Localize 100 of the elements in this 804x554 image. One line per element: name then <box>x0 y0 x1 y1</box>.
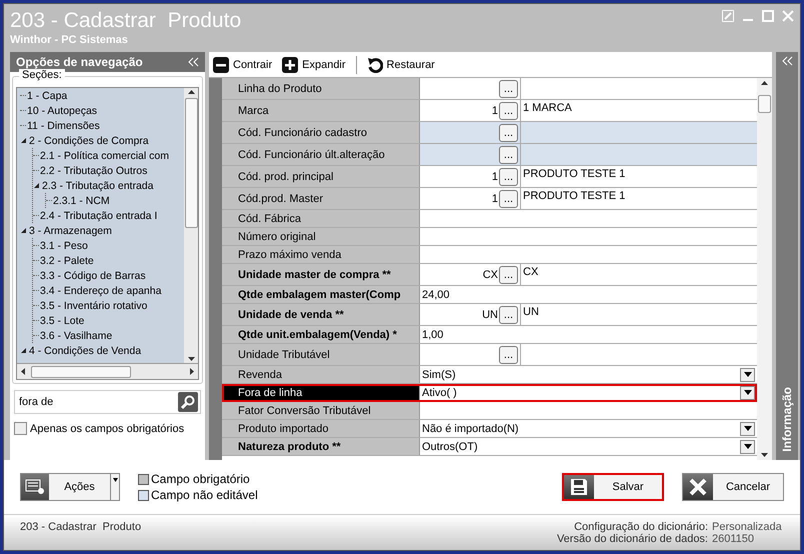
scroll-down-icon[interactable] <box>761 453 768 457</box>
lookup-button[interactable]: ... <box>499 190 518 208</box>
selected-row[interactable]: Fora de linha Ativo( ) <box>222 384 758 402</box>
scrollbar-thumb[interactable] <box>184 98 198 228</box>
scrollbar-thumb[interactable] <box>758 95 772 113</box>
tree-item[interactable]: 3.5 - Lote <box>40 314 84 326</box>
form-row[interactable]: Fator Conversão Tributável <box>222 402 758 420</box>
side-panel-tab[interactable]: Informação <box>780 387 794 452</box>
lookup-button[interactable]: ... <box>499 346 518 364</box>
scroll-up-icon[interactable] <box>188 90 194 94</box>
form-row[interactable]: Produto importado Não é importado(N) <box>222 420 758 438</box>
scroll-right-icon[interactable] <box>190 368 194 375</box>
cancel-button[interactable]: Cancelar <box>682 473 784 501</box>
dropdown-field[interactable]: Não é importado(N) <box>422 422 756 436</box>
tree-item[interactable]: 3.1 - Peso <box>40 240 88 252</box>
description-value: 1 MARCA <box>523 102 572 114</box>
scroll-left-icon[interactable] <box>21 368 25 375</box>
tree-item[interactable]: 3.2 - Palete <box>40 254 94 266</box>
form-row[interactable]: Cód. prod. principal 1 ... PRODUTO TESTE 1 <box>222 166 758 188</box>
form-row[interactable]: Cód.prod. Master 1 ... PRODUTO TESTE 1 <box>222 188 758 210</box>
field-label: Qtde embalagem master(Comp <box>222 286 420 303</box>
tree-item[interactable]: 11 - Dimensões <box>27 120 100 132</box>
tree-item[interactable]: 4 - Condições de Venda <box>29 344 142 356</box>
tree-item[interactable]: 10 - Autopeças <box>27 104 98 116</box>
expand-icon[interactable] <box>20 137 27 144</box>
form-row[interactable]: Unidade Tributável ... <box>222 344 758 366</box>
form-row[interactable]: Linha do Produto ... <box>222 78 758 100</box>
lookup-button[interactable]: ... <box>499 124 518 142</box>
toolbar-button[interactable]: Restaurar <box>366 56 435 72</box>
dropdown-field[interactable]: Outros(OT) <box>422 440 756 454</box>
field-value[interactable]: 24,00 <box>422 288 450 300</box>
collapse-chevron-icon[interactable] <box>187 57 199 67</box>
expand-icon[interactable] <box>20 347 27 354</box>
field-label: Unidade de venda ** <box>222 304 420 325</box>
form-row[interactable]: Cód. Fábrica <box>222 210 758 228</box>
dropdown-arrow-icon[interactable] <box>744 444 752 449</box>
expand-chevron-icon[interactable] <box>781 56 794 66</box>
dropdown-field[interactable]: Ativo( ) <box>422 386 756 400</box>
save-button[interactable]: Salvar <box>562 473 664 501</box>
expand-icon[interactable] <box>20 227 27 234</box>
code-value: CX <box>482 268 498 280</box>
tree-item[interactable]: 2.2 - Tributação Outros <box>40 164 148 176</box>
form-row[interactable]: Qtde unit.embalagem(Venda) * 1,00 <box>222 326 758 344</box>
checkbox[interactable] <box>14 422 27 435</box>
tree-item[interactable]: 2 - Condições de Compra <box>29 134 149 146</box>
legend-label: Campo obrigatório <box>151 472 250 486</box>
lookup-button[interactable]: ... <box>499 102 518 120</box>
tree-item[interactable]: 3.6 - Vasilhame <box>40 330 112 342</box>
tree-item[interactable]: 3.5 - Inventário rotativo <box>40 300 148 312</box>
form-row[interactable]: Natureza produto ** Outros(OT) <box>222 438 758 456</box>
dropdown-field[interactable]: Sim(S) <box>422 368 756 382</box>
scroll-up-icon[interactable] <box>761 81 768 85</box>
toolbar-button[interactable]: Contrair <box>213 56 272 72</box>
lookup-button[interactable]: ... <box>499 80 518 98</box>
dropdown-arrow-icon[interactable] <box>744 390 752 395</box>
search-icon[interactable] <box>178 392 198 412</box>
tree-item[interactable]: 2.4 - Tributação entrada I <box>40 210 158 222</box>
form-row[interactable]: Unidade master de compra ** CX ... CX <box>222 264 758 286</box>
tree-item[interactable]: 3.4 - Endereço de apanha <box>40 284 162 296</box>
field-label: Qtde unit.embalagem(Venda) * <box>222 326 420 343</box>
lookup-button[interactable]: ... <box>499 306 518 324</box>
lookup-button[interactable]: ... <box>499 146 518 164</box>
toolbar-button[interactable]: Expandir <box>282 56 346 72</box>
list-gear-icon <box>25 479 45 495</box>
tree-item[interactable]: 3.3 - Código de Barras <box>40 270 146 282</box>
field-label: Prazo máximo venda <box>222 246 420 263</box>
search-field[interactable]: fora de <box>14 390 201 414</box>
lookup-button[interactable]: ... <box>499 266 518 284</box>
dropdown-arrow-icon[interactable] <box>744 372 752 377</box>
code-value: UN <box>482 308 498 320</box>
scrollbar-thumb[interactable] <box>31 366 131 378</box>
status-text: 203 - Cadastrar Produto <box>20 521 142 535</box>
lookup-button[interactable]: ... <box>499 168 518 186</box>
tree-item[interactable]: 3 - Armazenagem <box>29 224 112 236</box>
form-row[interactable]: Qtde embalagem master(Comp 24,00 <box>222 286 758 304</box>
checkbox-label[interactable]: Apenas os campos obrigatórios <box>30 422 184 434</box>
expand-icon[interactable] <box>33 182 40 189</box>
form-row[interactable]: Unidade de venda ** UN ... UN <box>222 304 758 326</box>
tree-item[interactable]: 2.3.1 - NCM <box>53 194 110 206</box>
dropdown-arrow-icon[interactable] <box>744 426 752 431</box>
status-value: 2601150 <box>712 533 756 545</box>
code-value: 1 <box>492 192 498 204</box>
form-row[interactable]: Prazo máximo venda <box>222 246 758 264</box>
tree-item[interactable]: 2.1 - Política comercial com <box>40 150 169 162</box>
field-label: Produto importado <box>222 420 420 437</box>
tree-item[interactable]: 2.3 - Tributação entrada <box>42 180 154 192</box>
dropdown-arrow-icon[interactable] <box>112 478 118 482</box>
plus-icon <box>282 56 298 72</box>
undo-icon <box>366 56 383 72</box>
status-label: Configuração do dicionário: <box>574 521 708 533</box>
field-label: Unidade Tributável <box>222 344 420 365</box>
form-row[interactable]: Marca 1 ... 1 MARCA <box>222 100 758 122</box>
actions-button[interactable]: Ações <box>20 473 120 501</box>
field-label: Revenda <box>222 366 420 383</box>
scroll-down-icon[interactable] <box>188 357 194 361</box>
field-value[interactable]: 1,00 <box>422 328 444 340</box>
tree-item[interactable]: 1 - Capa <box>27 90 68 102</box>
close-icon <box>689 478 707 496</box>
form-row[interactable]: Revenda Sim(S) <box>222 366 758 384</box>
form-row[interactable]: Número original <box>222 228 758 246</box>
